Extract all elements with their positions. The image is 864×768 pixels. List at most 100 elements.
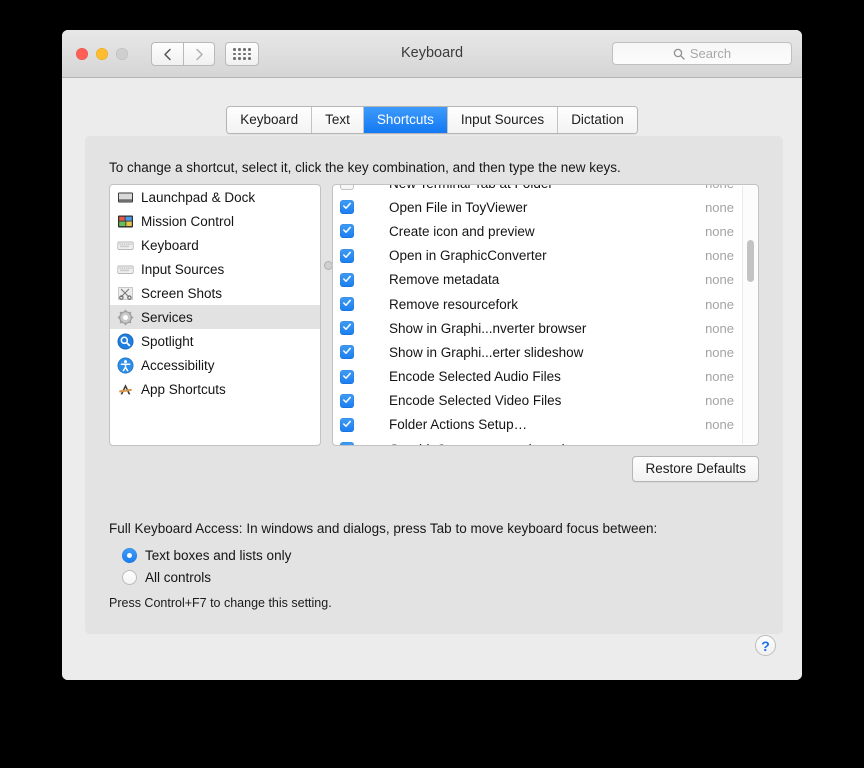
search-placeholder: Search [689, 46, 732, 61]
sidebar-item-label: Keyboard [141, 237, 199, 253]
tab-shortcuts[interactable]: Shortcuts [363, 107, 448, 133]
checkmark-icon [343, 420, 351, 427]
checkmark-icon [343, 251, 351, 258]
help-button[interactable]: ? [755, 635, 776, 656]
shortcut-category-list[interactable]: Launchpad & Dock Mission Control Keyboar… [109, 184, 321, 446]
tabbar: Keyboard Text Shortcuts Input Sources Di… [62, 106, 802, 134]
row-checkbox[interactable] [340, 185, 354, 191]
scrollbar-thumb[interactable] [747, 240, 754, 282]
table-row[interactable]: Create icon and preview none [333, 219, 758, 243]
checkmark-icon [343, 275, 351, 282]
table-row[interactable]: Show in Graphi...nverter browser none [333, 316, 758, 340]
shortcut-keys[interactable]: none [705, 224, 734, 239]
services-gear-icon [117, 309, 134, 325]
shortcut-keys[interactable]: none [705, 272, 734, 287]
sidebar-item-label: Input Sources [141, 261, 225, 277]
sidebar-item-services[interactable]: Services [110, 305, 320, 329]
sidebar-item-app-shortcuts[interactable]: App Shortcuts [110, 377, 320, 401]
sidebar-item-screen-shots[interactable]: Screen Shots [110, 281, 320, 305]
mission-control-icon [118, 215, 133, 227]
row-checkbox[interactable] [340, 248, 354, 263]
row-checkbox[interactable] [340, 200, 354, 215]
shortcut-name: Create icon and preview [389, 223, 535, 239]
sidebar-item-launchpad-dock[interactable]: Launchpad & Dock [110, 185, 320, 209]
table-row[interactable]: Encode Selected Video Files none [333, 389, 758, 413]
radio-button[interactable] [122, 548, 137, 563]
shortcut-keys[interactable]: none [705, 417, 734, 432]
shortcut-keys[interactable]: none [705, 345, 734, 360]
restore-defaults-button[interactable]: Restore Defaults [632, 456, 759, 482]
tab-keyboard[interactable]: Keyboard [227, 107, 313, 133]
shortcut-keys[interactable]: none [705, 321, 734, 336]
tab-group: Keyboard Text Shortcuts Input Sources Di… [226, 106, 638, 134]
launchpad-dock-icon [118, 192, 133, 202]
sidebar-item-spotlight[interactable]: Spotlight [110, 329, 320, 353]
radio-option-text-boxes[interactable]: Text boxes and lists only [122, 548, 291, 563]
search-icon [673, 48, 685, 60]
table-row[interactable]: Folder Actions Setup… none [333, 413, 758, 437]
shortcut-name: Open File in ToyViewer [389, 199, 528, 215]
table-row[interactable]: Open in GraphicConverter none [333, 244, 758, 268]
table-row[interactable]: Remove metadata none [333, 268, 758, 292]
sidebar-item-label: App Shortcuts [141, 381, 226, 397]
radio-button[interactable] [122, 570, 137, 585]
row-checkbox[interactable] [340, 442, 354, 445]
sidebar-item-label: Accessibility [141, 357, 215, 373]
table-row[interactable]: Show in Graphi...erter slideshow none [333, 340, 758, 364]
shortcuts-panel: To change a shortcut, select it, click t… [85, 136, 783, 634]
table-row[interactable]: New Terminal Tab at Folder none [333, 185, 758, 195]
sidebar-item-keyboard[interactable]: Keyboard [110, 233, 320, 257]
shortcut-keys[interactable]: none [705, 369, 734, 384]
row-checkbox[interactable] [340, 272, 354, 287]
table-row[interactable]: GraphicConver...on and preview none [333, 437, 758, 445]
sidebar-item-accessibility[interactable]: Accessibility [110, 353, 320, 377]
row-checkbox[interactable] [340, 417, 354, 432]
sidebar-item-label: Services [141, 309, 193, 325]
table-row[interactable]: Remove resourcefork none [333, 292, 758, 316]
shortcut-keys[interactable]: none [705, 393, 734, 408]
shortcut-keys[interactable]: none [705, 248, 734, 263]
vertical-scrollbar[interactable] [742, 186, 757, 444]
search-input[interactable]: Search [612, 42, 792, 65]
row-checkbox[interactable] [340, 321, 354, 336]
shortcut-name: Remove resourcefork [389, 296, 519, 312]
full-keyboard-access-label: Full Keyboard Access: In windows and dia… [109, 521, 658, 536]
row-checkbox[interactable] [340, 297, 354, 312]
shortcut-table[interactable]: New Terminal Tab at Folder none Open Fil… [332, 184, 759, 446]
sidebar-item-label: Mission Control [141, 213, 235, 229]
checkmark-icon [343, 227, 351, 234]
row-checkbox[interactable] [340, 345, 354, 360]
checkmark-icon [343, 299, 351, 306]
app-shortcuts-icon [119, 383, 132, 394]
sidebar-item-mission-control[interactable]: Mission Control [110, 209, 320, 233]
shortcut-keys[interactable]: none [705, 200, 734, 215]
tab-text[interactable]: Text [312, 107, 364, 133]
row-checkbox[interactable] [340, 393, 354, 408]
shortcut-name: GraphicConver...on and preview [389, 442, 582, 445]
checkmark-icon [343, 372, 351, 379]
window-titlebar: Keyboard Search [62, 30, 802, 78]
shortcut-name: Open in GraphicConverter [389, 248, 547, 264]
row-checkbox[interactable] [340, 369, 354, 384]
tab-dictation[interactable]: Dictation [558, 107, 637, 133]
table-row[interactable]: Open File in ToyViewer none [333, 195, 758, 219]
shortcut-keys[interactable]: none [705, 185, 734, 191]
instructions-text: To change a shortcut, select it, click t… [109, 160, 621, 175]
sidebar-item-input-sources[interactable]: Input Sources [110, 257, 320, 281]
sidebar-item-label: Launchpad & Dock [141, 189, 256, 205]
checkmark-icon [343, 348, 351, 355]
checkmark-icon [343, 202, 351, 210]
tab-input-sources[interactable]: Input Sources [447, 107, 559, 133]
table-row[interactable]: Encode Selected Audio Files none [333, 365, 758, 389]
checkmark-icon [343, 396, 351, 403]
accessibility-icon [117, 357, 134, 373]
keyboard-icon [117, 241, 134, 250]
radio-option-all-controls[interactable]: All controls [122, 570, 211, 585]
row-checkbox[interactable] [340, 224, 354, 239]
control-f7-hint: Press Control+F7 to change this setting. [109, 596, 332, 610]
shortcut-keys[interactable]: none [705, 297, 734, 312]
sidebar-item-label: Spotlight [141, 333, 194, 349]
shortcut-name: Show in Graphi...nverter browser [389, 320, 587, 336]
shortcut-keys[interactable]: none [705, 442, 734, 445]
shortcut-name: Encode Selected Audio Files [389, 369, 561, 385]
